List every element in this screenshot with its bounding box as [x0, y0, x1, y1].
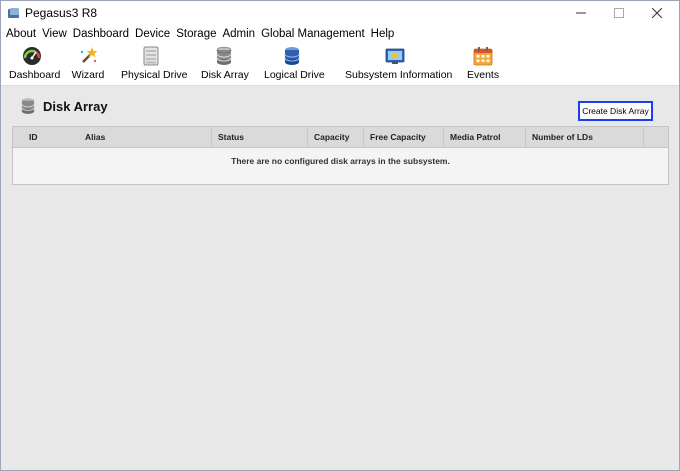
create-disk-array-button[interactable]: Create Disk Array: [578, 101, 653, 121]
disk-array-table: ID Alias Status Capacity Free Capacity M…: [12, 126, 669, 185]
menu-device[interactable]: Device: [132, 28, 173, 40]
empty-table-message: There are no configured disk arrays in t…: [231, 156, 450, 166]
toolbar-events-label: Events: [467, 69, 500, 81]
disk-array-icon: [21, 98, 35, 114]
column-header-media-patrol[interactable]: Media Patrol: [443, 127, 525, 147]
column-header-free-capacity[interactable]: Free Capacity: [363, 127, 443, 147]
maximize-button[interactable]: [601, 1, 637, 25]
toolbar: Dashboard Wizard Physical Drive Disk Arr…: [1, 42, 679, 86]
menu-admin[interactable]: Admin: [219, 28, 258, 40]
menu-global-management[interactable]: Global Management: [258, 28, 368, 40]
toolbar-dashboard-label: Dashboard: [9, 69, 61, 81]
logical-drive-icon: [284, 47, 300, 65]
menu-view[interactable]: View: [39, 28, 70, 40]
toolbar-logical-drive-label: Logical Drive: [264, 69, 325, 81]
minimize-button[interactable]: [563, 1, 599, 25]
close-button[interactable]: [639, 1, 675, 25]
menu-help[interactable]: Help: [368, 28, 398, 40]
menu-bar: About View Dashboard Device Storage Admi…: [1, 25, 679, 42]
title-bar[interactable]: Pegasus3 R8: [1, 1, 679, 25]
column-header-status[interactable]: Status: [211, 127, 307, 147]
column-header-id[interactable]: ID: [23, 127, 79, 147]
toolbar-disk-array-label: Disk Array: [201, 69, 249, 81]
menu-dashboard[interactable]: Dashboard: [70, 28, 132, 40]
page-title: Disk Array: [43, 98, 108, 114]
toolbar-disk-array-button[interactable]: Disk Array: [201, 46, 249, 81]
close-icon: [652, 8, 662, 18]
column-header-alias[interactable]: Alias: [79, 127, 211, 147]
toolbar-dashboard-button[interactable]: Dashboard: [9, 46, 61, 81]
column-header-capacity[interactable]: Capacity: [307, 127, 363, 147]
column-header-spacer: [643, 127, 668, 147]
table-header: ID Alias Status Capacity Free Capacity M…: [13, 127, 668, 148]
app-window: Pegasus3 R8 About View Dashboard Device …: [0, 0, 680, 471]
disk-array-icon: [216, 46, 232, 65]
minimize-icon: [576, 12, 586, 14]
app-logo-icon: [8, 8, 19, 18]
toolbar-events-button[interactable]: Events: [467, 46, 499, 81]
page-header: Disk Array: [21, 97, 108, 115]
dashboard-gauge-icon: [23, 47, 41, 65]
toolbar-logical-drive-button[interactable]: Logical Drive: [264, 46, 325, 81]
wizard-wand-icon: [80, 47, 98, 63]
toolbar-wizard-button[interactable]: Wizard: [71, 46, 105, 81]
toolbar-subsystem-information-label: Subsystem Information: [345, 69, 453, 81]
maximize-icon: [614, 8, 624, 18]
menu-storage[interactable]: Storage: [173, 28, 219, 40]
menu-about[interactable]: About: [3, 28, 39, 40]
toolbar-subsystem-information-button[interactable]: Subsystem Information: [345, 46, 453, 81]
subsystem-information-icon: [385, 48, 405, 64]
events-calendar-icon: [473, 47, 493, 66]
physical-drive-icon: [143, 46, 159, 66]
column-header-number-of-lds[interactable]: Number of LDs: [525, 127, 643, 147]
toolbar-physical-drive-button[interactable]: Physical Drive: [121, 46, 188, 81]
toolbar-physical-drive-label: Physical Drive: [121, 69, 188, 81]
window-title: Pegasus3 R8: [25, 6, 98, 20]
toolbar-wizard-label: Wizard: [71, 69, 105, 81]
